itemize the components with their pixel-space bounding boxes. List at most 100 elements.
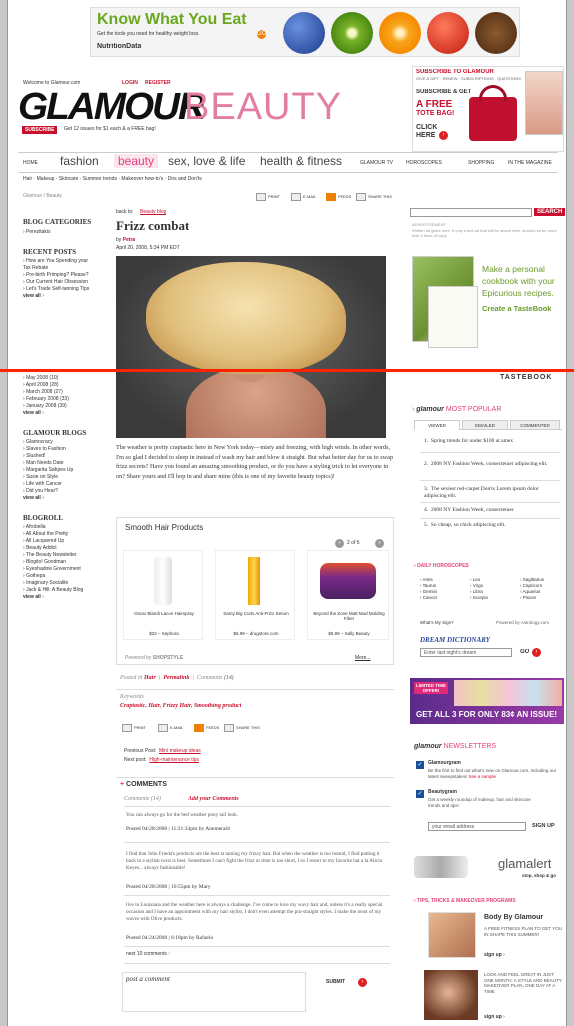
nav-glamour-tv[interactable]: GLAMOUR TV: [360, 160, 393, 166]
keywords-list[interactable]: Craptastic, Hair, Frizzy Hair, Smoothing…: [120, 703, 241, 709]
subscribe-button[interactable]: SUBSCRIBE: [22, 126, 58, 134]
add-comment-link[interactable]: Add your Comments: [188, 796, 239, 802]
whats-my-sign-link[interactable]: What's My Sign?: [420, 620, 454, 625]
nutrition-banner-ad[interactable]: Know What You Eat Get the tools you need…: [90, 7, 520, 57]
blogroll-item[interactable]: › All About the Pretty: [23, 531, 108, 538]
search-input[interactable]: [410, 208, 532, 217]
products-next-icon[interactable]: ›: [375, 539, 384, 548]
see-sample-link[interactable]: See a sample: [469, 774, 497, 779]
tip2-signup-link[interactable]: sign up ›: [484, 1014, 505, 1020]
recent-post-item[interactable]: › Let's Trade Self-tanning Tips: [23, 286, 93, 293]
blogroll-item[interactable]: › Jack & Hill: A Beauty Blog: [23, 587, 93, 594]
back-to-link[interactable]: Beauty blog: [140, 209, 166, 215]
popular-item[interactable]: 2. 2008 NY Fashion Week, consectetuer ad…: [424, 461, 560, 468]
popular-item[interactable]: 4. 2008 NY Fashion Week, consectetuer: [424, 507, 560, 513]
feed-icon[interactable]: [326, 193, 336, 201]
glamour-blog-item[interactable]: › Susie on Style: [23, 474, 108, 481]
view-all-posts-link[interactable]: view all ›: [23, 293, 108, 300]
recent-post-item[interactable]: › How are You Spending your Tax Rebate: [23, 258, 93, 272]
share-icon[interactable]: [356, 193, 366, 201]
glamour-blog-item[interactable]: › Margarita Sahpes Up: [23, 467, 108, 474]
product-card-2[interactable]: Samy Big Curls Anti-Frizz Serum $6.99 – …: [215, 550, 295, 640]
nav-fashion[interactable]: fashion: [60, 154, 99, 168]
sign-link[interactable]: › Scorpio: [470, 595, 520, 601]
archive-item[interactable]: › February 2008 (33): [23, 396, 108, 403]
subnav-dos-donts[interactable]: Dos and Don'ts: [168, 176, 202, 182]
blogroll-item[interactable]: › Beauty Addict: [23, 545, 108, 552]
print-link[interactable]: PRINT: [268, 194, 280, 199]
dream-go-button[interactable]: GO: [520, 649, 529, 655]
blogroll-item[interactable]: › Afrobella: [23, 524, 108, 531]
tip1-signup-link[interactable]: sign up ›: [484, 952, 505, 958]
glamalert-banner[interactable]: glamalert stop, shop & go: [410, 854, 564, 882]
permalink-link[interactable]: Permalink: [163, 675, 189, 681]
share-icon[interactable]: [224, 724, 234, 732]
products-more-link[interactable]: More...: [355, 655, 371, 661]
subnav-skincare[interactable]: Skincare: [59, 176, 78, 182]
blogroll-item[interactable]: › Imaginary Socialite: [23, 580, 108, 587]
blogroll-item[interactable]: › Eyeshadow Government: [23, 566, 83, 573]
dream-input[interactable]: Enter last night's dream: [420, 648, 512, 657]
breadcrumb[interactable]: Glamour / Beauty: [23, 193, 62, 199]
glamour-blog-item[interactable]: › Life with Cancer: [23, 481, 108, 488]
author-link[interactable]: Petra: [123, 237, 136, 243]
glamour-logo[interactable]: GLAMOUR: [18, 86, 204, 129]
subnav-makeup[interactable]: Makeup: [37, 176, 55, 182]
tab-commented[interactable]: COMMENTED: [510, 420, 560, 430]
category-item[interactable]: › Perezitakis: [23, 229, 108, 236]
glamourgram-checkbox[interactable]: ✓: [416, 761, 424, 769]
nav-beauty[interactable]: beauty: [114, 154, 159, 168]
email-icon[interactable]: [291, 193, 301, 201]
newsletter-signup-button[interactable]: SIGN UP: [532, 823, 555, 829]
next-comments-link[interactable]: next 10 comments ›: [126, 951, 170, 957]
search-button[interactable]: SEARCH: [534, 208, 566, 216]
popular-item[interactable]: 1. Spring trends for under $100 at amex: [424, 438, 560, 444]
archive-item[interactable]: › April 2008 (28): [23, 382, 108, 389]
subnav-summer-trends[interactable]: Summer trends: [83, 176, 117, 182]
print-icon[interactable]: [256, 193, 266, 201]
product-card-3[interactable]: Beyond the Zone Matt Mud Molding Fiber $…: [307, 550, 389, 640]
nav-horoscopes[interactable]: HOROSCOPES: [406, 160, 442, 166]
blogroll-item[interactable]: › Gothepa: [23, 573, 108, 580]
banner-go-icon[interactable]: GO: [257, 30, 266, 39]
glamour-blog-item[interactable]: › Slushed!: [23, 453, 108, 460]
feeds-link[interactable]: FEEDS: [338, 194, 351, 199]
promo-arrow-icon[interactable]: ›: [439, 131, 448, 140]
print-link[interactable]: PRINT: [134, 725, 146, 730]
next-post-link[interactable]: High-maintenance tips: [149, 757, 199, 763]
sign-link[interactable]: › Pisces: [520, 595, 536, 601]
promo-click[interactable]: CLICK: [416, 124, 437, 131]
view-all-blogroll-link[interactable]: view all ›: [23, 594, 108, 601]
tastebook-cta[interactable]: Create a TasteBook: [482, 304, 551, 313]
dream-go-icon[interactable]: ›: [532, 648, 541, 657]
archive-item[interactable]: › March 2008 (27): [23, 389, 108, 396]
glamour-blog-item[interactable]: › Man Needs Date: [23, 460, 108, 467]
blogroll-item[interactable]: › Blogito! Goodman: [23, 559, 108, 566]
blogroll-item[interactable]: › The Beauty Newsletter: [23, 552, 108, 559]
view-all-blogs-link[interactable]: view all ›: [23, 495, 108, 502]
subnav-hair[interactable]: Hair: [23, 176, 32, 182]
popular-item[interactable]: 5. So cheap, so chick adipiscing elit.: [424, 522, 560, 528]
nav-health-fitness[interactable]: health & fitness: [260, 154, 342, 168]
view-all-archive-link[interactable]: view all ›: [23, 410, 108, 417]
sign-link[interactable]: › Cancer: [420, 595, 470, 601]
tip1-title[interactable]: Body By Glamour: [484, 914, 543, 921]
nav-home[interactable]: HOME: [23, 160, 38, 166]
blogroll-item[interactable]: › All Lacquered Up: [23, 538, 108, 545]
recent-post-item[interactable]: › Our Current Hair Obsession: [23, 279, 93, 286]
popular-item[interactable]: 3. The sexiest red-carpet Don'ts Lorem i…: [424, 486, 560, 500]
email-icon[interactable]: [158, 724, 168, 732]
submit-arrow-icon[interactable]: ›: [358, 978, 367, 987]
feed-icon[interactable]: [194, 724, 204, 732]
subnav-makeover[interactable]: Makeover how-to's: [121, 176, 163, 182]
products-prev-icon[interactable]: ‹: [335, 539, 344, 548]
feeds-link[interactable]: FEEDS: [206, 725, 219, 730]
submit-comment-button[interactable]: SUBMIT: [326, 979, 345, 985]
subscribe-promo[interactable]: SUBSCRIBE TO GLAMOUR GIVE A GIFT · RENEW…: [412, 66, 564, 152]
glamour-blog-item[interactable]: › Did you Hear?: [23, 488, 108, 495]
promo-here[interactable]: HERE: [416, 132, 435, 139]
nav-sex-love-life[interactable]: sex, love & life: [168, 154, 245, 168]
nav-in-the-magazine[interactable]: IN THE MAGAZINE: [508, 160, 552, 166]
beautygram-checkbox[interactable]: ✓: [416, 790, 424, 798]
tab-emailed[interactable]: EMAILED: [462, 420, 508, 430]
